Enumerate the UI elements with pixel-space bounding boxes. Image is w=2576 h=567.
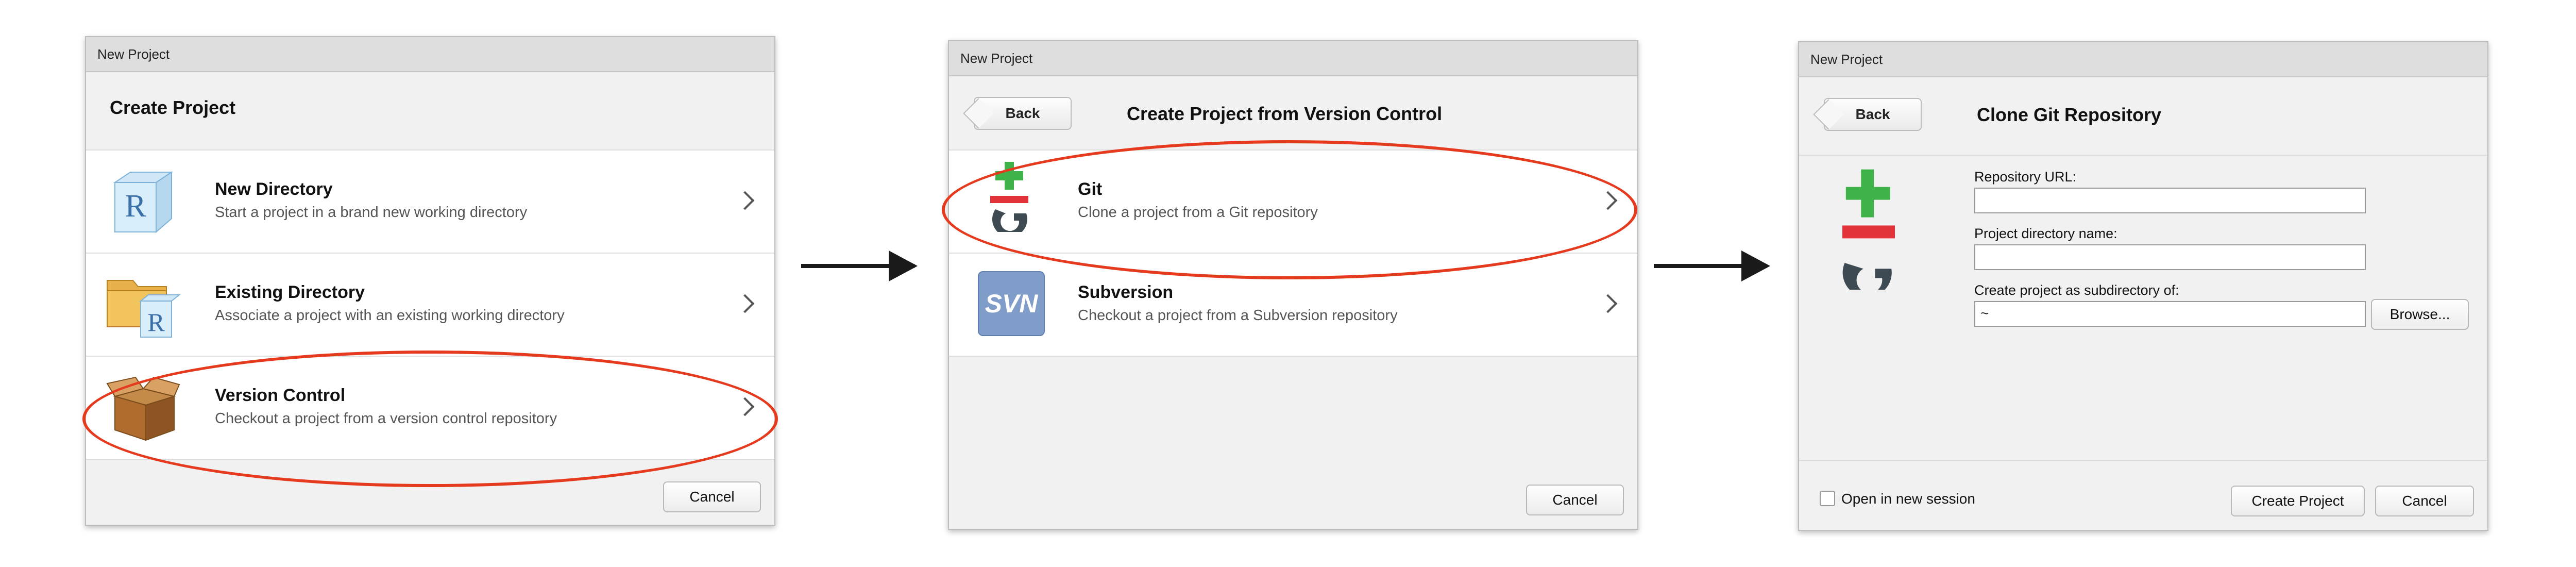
arrow-right-icon — [1654, 251, 1770, 281]
list-item-existing-directory[interactable]: R Existing Directory Associate a project… — [86, 254, 774, 357]
repository-url-label: Repository URL: — [1974, 169, 2077, 185]
svg-text:R: R — [147, 308, 165, 337]
svn-icon: SVN — [978, 271, 1045, 336]
item-title: Subversion — [1078, 282, 1174, 302]
clone-git-repository-dialog: New Project Back Clone Git Repository Re… — [1798, 41, 2488, 531]
existing-directory-icon: R — [107, 280, 181, 338]
new-directory-icon: R — [113, 171, 174, 234]
item-description: Associate a project with an existing wor… — [215, 307, 565, 324]
subdirectory-label: Create project as subdirectory of: — [1974, 282, 2179, 298]
browse-button[interactable]: Browse... — [2371, 299, 2469, 330]
window-title: New Project — [86, 37, 774, 72]
back-button[interactable]: Back — [1824, 98, 1922, 131]
open-in-new-session-label: Open in new session — [1841, 491, 1975, 507]
chevron-right-icon — [735, 294, 755, 313]
item-description: Start a project in a brand new working d… — [215, 204, 528, 221]
highlight-ellipse-git — [942, 140, 1637, 279]
cancel-button[interactable]: Cancel — [2375, 486, 2474, 516]
chevron-right-icon — [1598, 294, 1618, 313]
repository-url-input[interactable] — [1974, 188, 2366, 213]
project-directory-name-input[interactable] — [1974, 244, 2366, 270]
dialog-header: Back Clone Git Repository — [1799, 77, 2487, 155]
back-button[interactable]: Back — [974, 97, 1072, 130]
svg-text:R: R — [125, 189, 146, 224]
list-item-new-directory[interactable]: R New Directory Start a project in a bra… — [86, 151, 774, 254]
window-title: New Project — [949, 41, 1637, 76]
arrow-right-icon — [801, 251, 918, 281]
cancel-button[interactable]: Cancel — [663, 481, 761, 512]
window-title: New Project — [1799, 42, 2487, 77]
chevron-right-icon — [735, 191, 755, 210]
item-description: Checkout a project from a Subversion rep… — [1078, 307, 1398, 324]
subdirectory-input[interactable]: ~ — [1974, 301, 2366, 327]
highlight-ellipse-version-control — [82, 351, 778, 487]
create-project-button[interactable]: Create Project — [2231, 486, 2365, 516]
dialog-header: Create Project — [86, 72, 774, 149]
cancel-button[interactable]: Cancel — [1526, 485, 1624, 515]
page-title: Create Project — [110, 97, 236, 118]
form-area: Repository URL: Project directory name: … — [1799, 155, 2487, 460]
page-title: Create Project from Version Control — [1127, 103, 1443, 124]
page-title: Clone Git Repository — [1977, 104, 2162, 125]
git-icon — [1842, 169, 1895, 290]
item-title: Existing Directory — [215, 282, 365, 302]
new-project-dialog-2: New Project Back Create Project from Ver… — [948, 40, 1638, 530]
project-directory-name-label: Project directory name: — [1974, 226, 2117, 241]
footer-divider — [1799, 460, 2487, 461]
open-in-new-session-checkbox[interactable] — [1820, 491, 1835, 506]
item-title: New Directory — [215, 179, 333, 199]
